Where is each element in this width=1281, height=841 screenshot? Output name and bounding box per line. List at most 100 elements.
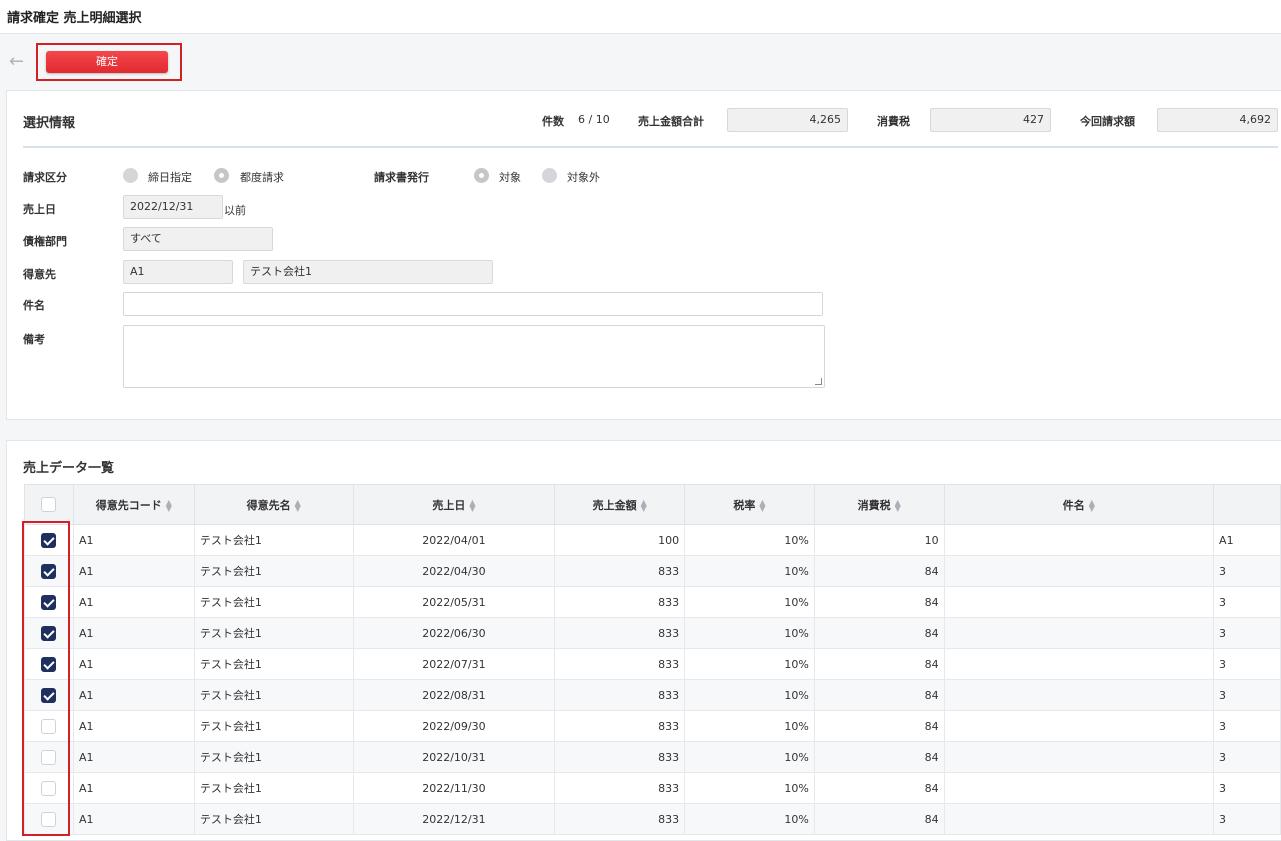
table-row[interactable]: A1 テスト会社1 2022/04/01 100 10% 10 A1 bbox=[24, 524, 1281, 556]
cell-sales-amount: 833 bbox=[554, 772, 686, 804]
cell-sales-amount: 833 bbox=[554, 617, 686, 649]
cell-sales-amount: 833 bbox=[554, 648, 686, 680]
row-checkbox[interactable] bbox=[41, 563, 57, 579]
row-checkbox[interactable] bbox=[41, 625, 57, 641]
cell-customer-code: A1 bbox=[72, 555, 195, 587]
sales-total-field: 4,265 bbox=[727, 108, 848, 132]
radio-billing-closing-date[interactable] bbox=[123, 168, 138, 183]
arrow-left-icon[interactable]: ← bbox=[9, 52, 29, 72]
cell-extra: 3 bbox=[1213, 710, 1281, 742]
row-checkbox-cell bbox=[24, 772, 74, 804]
header-tax-rate[interactable]: 税率 ▲ ▼ bbox=[684, 484, 815, 525]
cell-extra: 3 bbox=[1213, 555, 1281, 587]
cell-customer-name: テスト会社1 bbox=[193, 555, 354, 587]
cell-customer-name: テスト会社1 bbox=[193, 524, 354, 556]
remarks-label: 備考 bbox=[23, 333, 45, 346]
subject-label: 件名 bbox=[23, 299, 45, 312]
cell-customer-code: A1 bbox=[72, 803, 195, 835]
cell-extra: 3 bbox=[1213, 617, 1281, 649]
cell-tax-rate: 10% bbox=[684, 617, 815, 649]
tax-field: 427 bbox=[930, 108, 1051, 132]
title-bar: 請求確定 売上明細選択 bbox=[0, 0, 1281, 34]
row-checkbox-cell bbox=[24, 555, 74, 587]
table-row[interactable]: A1 テスト会社1 2022/05/31 833 10% 84 3 bbox=[24, 586, 1281, 618]
row-checkbox[interactable] bbox=[41, 532, 57, 548]
customer-label: 得意先 bbox=[23, 268, 56, 281]
subject-input[interactable] bbox=[123, 292, 823, 316]
cell-subject bbox=[943, 679, 1215, 711]
cell-tax-rate: 10% bbox=[684, 803, 815, 835]
department-field: すべて bbox=[123, 227, 273, 251]
cell-customer-name: テスト会社1 bbox=[193, 710, 354, 742]
cell-customer-code: A1 bbox=[72, 648, 195, 680]
table-row[interactable]: A1 テスト会社1 2022/11/30 833 10% 84 3 bbox=[24, 772, 1281, 804]
table-row[interactable]: A1 テスト会社1 2022/10/31 833 10% 84 3 bbox=[24, 741, 1281, 773]
row-checkbox[interactable] bbox=[41, 687, 57, 703]
table-row[interactable]: A1 テスト会社1 2022/09/30 833 10% 84 3 bbox=[24, 710, 1281, 742]
confirm-button[interactable]: 確定 bbox=[46, 51, 168, 73]
cell-tax-rate: 10% bbox=[684, 741, 815, 773]
header-subject[interactable]: 件名 ▲ ▼ bbox=[943, 484, 1215, 525]
resize-handle-icon[interactable] bbox=[815, 378, 822, 385]
sort-icon: ▲ ▼ bbox=[894, 497, 901, 513]
cell-customer-code: A1 bbox=[72, 741, 195, 773]
row-checkbox-cell bbox=[24, 586, 74, 618]
sort-icon: ▲ ▼ bbox=[469, 497, 476, 513]
radio-invoice-non-target[interactable] bbox=[542, 168, 557, 183]
header-sales-amount[interactable]: 売上金額 ▲ ▼ bbox=[554, 484, 686, 525]
row-checkbox[interactable] bbox=[41, 811, 57, 827]
cell-sales-amount: 833 bbox=[554, 586, 686, 618]
row-checkbox[interactable] bbox=[41, 780, 57, 796]
cell-customer-name: テスト会社1 bbox=[193, 648, 354, 680]
row-checkbox-cell bbox=[24, 803, 74, 835]
radio-label-closing-date: 締日指定 bbox=[148, 171, 192, 184]
customer-code-field: A1 bbox=[123, 260, 233, 284]
header-customer-code[interactable]: 得意先コード ▲ ▼ bbox=[72, 484, 195, 525]
table-row[interactable]: A1 テスト会社1 2022/12/31 833 10% 84 3 bbox=[24, 803, 1281, 835]
cell-sales-date: 2022/11/30 bbox=[352, 772, 556, 804]
sales-table: 得意先コード ▲ ▼ 得意先名 ▲ ▼ 売上日 ▲ ▼ 売上金額 ▲ ▼ 税率 ▲ ▼ 消費税 ▲ ▼ … bbox=[24, 484, 1281, 835]
row-checkbox[interactable] bbox=[41, 594, 57, 610]
cell-tax-rate: 10% bbox=[684, 710, 815, 742]
table-row[interactable]: A1 テスト会社1 2022/04/30 833 10% 84 3 bbox=[24, 555, 1281, 587]
table-row[interactable]: A1 テスト会社1 2022/06/30 833 10% 84 3 bbox=[24, 617, 1281, 649]
sales-list-title: 売上データ一覧 bbox=[23, 461, 115, 476]
header-select-all[interactable] bbox=[24, 484, 74, 525]
header-tax[interactable]: 消費税 ▲ ▼ bbox=[813, 484, 945, 525]
cell-customer-name: テスト会社1 bbox=[193, 586, 354, 618]
select-all-checkbox[interactable] bbox=[41, 497, 57, 512]
radio-billing-each-time[interactable] bbox=[214, 168, 229, 183]
header-customer-name[interactable]: 得意先名 ▲ ▼ bbox=[193, 484, 354, 525]
cell-customer-name: テスト会社1 bbox=[193, 803, 354, 835]
row-checkbox[interactable] bbox=[41, 656, 57, 672]
cell-subject bbox=[943, 710, 1215, 742]
row-checkbox-cell bbox=[24, 741, 74, 773]
invoice-amount-label: 今回請求額 bbox=[1080, 115, 1135, 128]
cell-customer-code: A1 bbox=[72, 524, 195, 556]
cell-extra: 3 bbox=[1213, 648, 1281, 680]
table-header-row: 得意先コード ▲ ▼ 得意先名 ▲ ▼ 売上日 ▲ ▼ 売上金額 ▲ ▼ 税率 ▲ ▼ 消費税 ▲ ▼ … bbox=[24, 484, 1281, 525]
remarks-textarea[interactable] bbox=[123, 325, 825, 388]
cell-tax: 84 bbox=[813, 555, 945, 587]
header-sales-date[interactable]: 売上日 ▲ ▼ bbox=[352, 484, 556, 525]
cell-tax: 84 bbox=[813, 648, 945, 680]
cell-customer-name: テスト会社1 bbox=[193, 741, 354, 773]
table-row[interactable]: A1 テスト会社1 2022/08/31 833 10% 84 3 bbox=[24, 679, 1281, 711]
confirm-button-highlight: 確定 bbox=[36, 43, 182, 81]
cell-tax: 84 bbox=[813, 741, 945, 773]
row-checkbox[interactable] bbox=[41, 749, 57, 765]
radio-invoice-target[interactable] bbox=[474, 168, 489, 183]
cell-subject bbox=[943, 741, 1215, 773]
sales-total-label: 売上金額合計 bbox=[638, 115, 704, 128]
row-checkbox-cell bbox=[24, 617, 74, 649]
cell-tax-rate: 10% bbox=[684, 648, 815, 680]
cell-sales-date: 2022/05/31 bbox=[352, 586, 556, 618]
selection-info-title: 選択情報 bbox=[23, 116, 76, 131]
cell-customer-code: A1 bbox=[72, 772, 195, 804]
row-checkbox[interactable] bbox=[41, 718, 57, 734]
billing-type-label: 請求区分 bbox=[23, 171, 67, 184]
row-checkbox-cell bbox=[24, 679, 74, 711]
table-row[interactable]: A1 テスト会社1 2022/07/31 833 10% 84 3 bbox=[24, 648, 1281, 680]
cell-customer-name: テスト会社1 bbox=[193, 772, 354, 804]
cell-tax: 84 bbox=[813, 803, 945, 835]
